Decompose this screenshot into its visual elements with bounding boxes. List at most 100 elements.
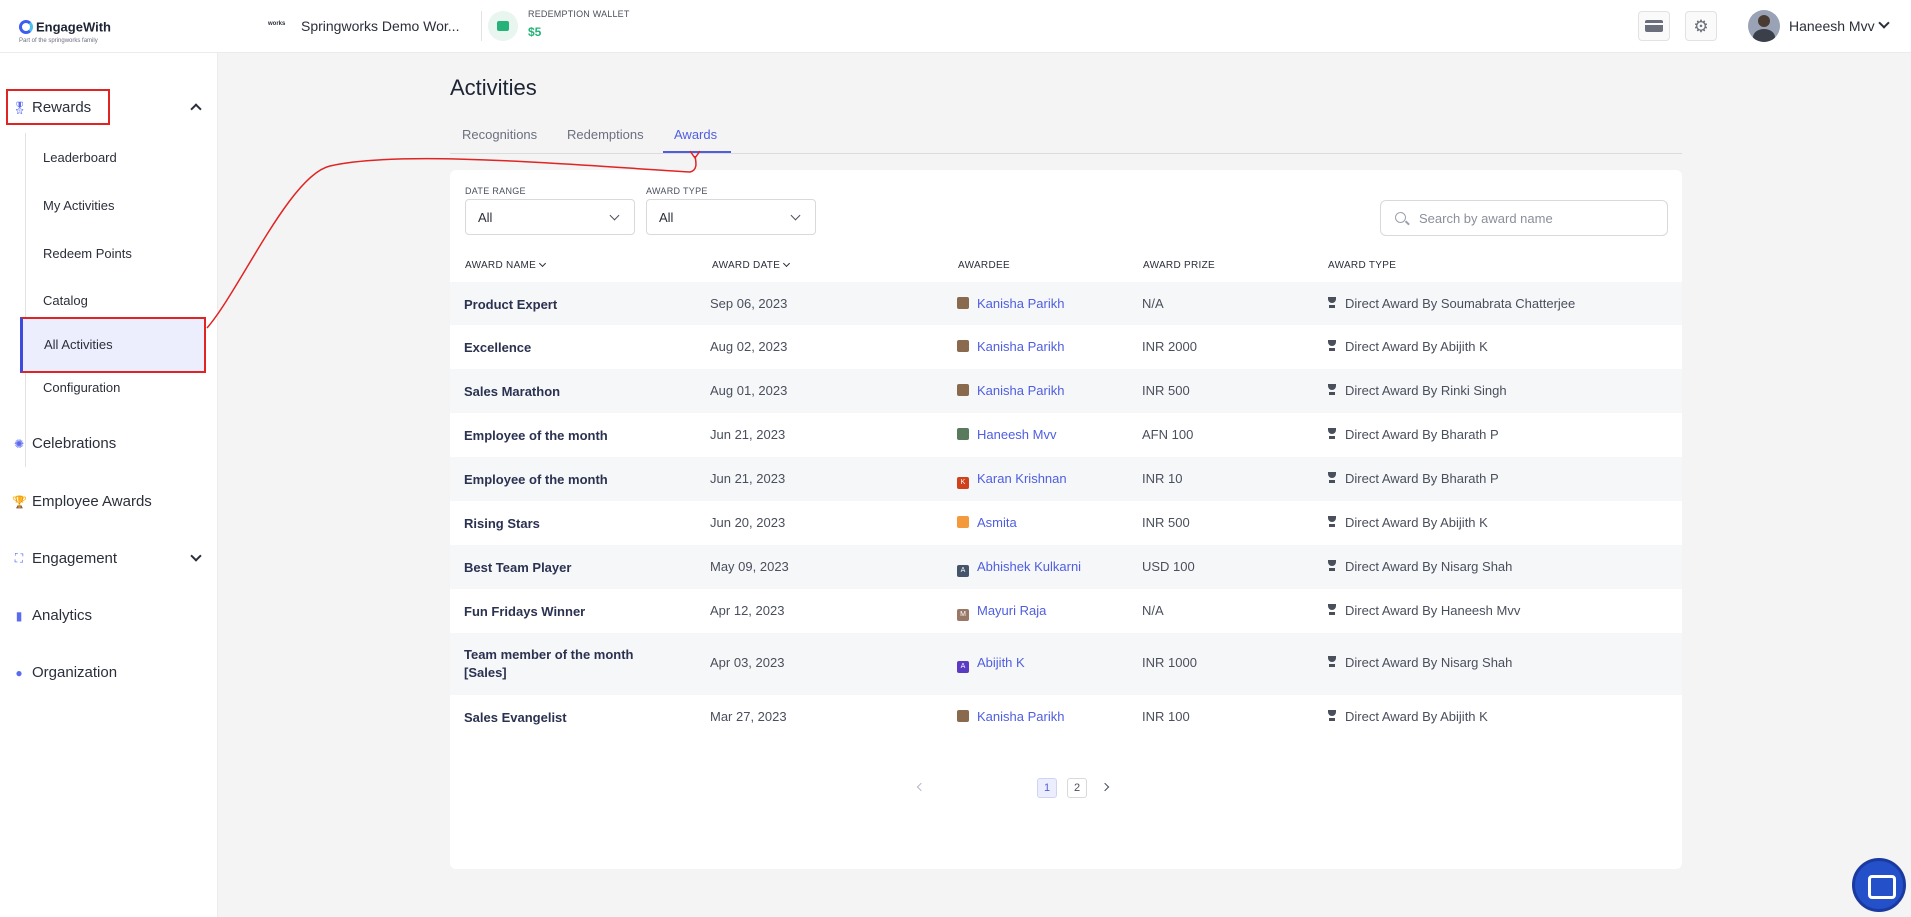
sidebar-item-organization[interactable]: ● Organization [12,664,117,681]
awardee[interactable]: K Karan Krishnan [957,471,1067,489]
search-icon [1395,212,1406,223]
award-prize: USD 100 [1142,559,1195,574]
table-row[interactable]: Sales Marathon Aug 01, 2023 Kanisha Parikh… [450,369,1682,413]
awardee[interactable]: M Mayuri Raja [957,603,1046,621]
table-row[interactable]: Rising Stars Jun 20, 2023 Asmita INR 500 Dir… [450,501,1682,545]
chevron-right-icon[interactable] [1100,782,1110,792]
analytics-icon: ▮ [15,608,23,623]
workspace-name[interactable]: Springworks Demo Wor... [301,18,459,34]
user-avatar[interactable] [1748,10,1780,42]
awardee-name[interactable]: Kanisha Parikh [977,709,1064,724]
logo[interactable]: EngageWith Part of the springworks famil… [19,18,111,44]
table-row[interactable]: Fun Fridays Winner Apr 12, 2023 M Mayuri Ra… [450,589,1682,633]
sidebar-item-employee-awards[interactable]: 🏆 Employee Awards [12,493,152,510]
award-type-text: Direct Award By Abijith K [1345,339,1488,354]
award-type: Direct Award By Nisarg Shah [1327,655,1512,670]
awardee[interactable]: A Abijith K [957,655,1025,673]
organization-icon: ● [15,665,23,680]
award-name: Employee of the month [464,472,608,487]
header-divider [481,11,482,41]
awardee-name[interactable]: Kanisha Parikh [977,339,1064,354]
awardee[interactable]: Kanisha Parikh [957,339,1064,354]
settings-button[interactable]: ⚙ [1685,11,1717,41]
tab-redemptions[interactable]: Redemptions [567,127,644,142]
awardee[interactable]: Kanisha Parikh [957,383,1064,398]
trophy-icon [1327,656,1337,668]
tab-recognitions[interactable]: Recognitions [462,127,537,142]
date-range-select[interactable]: All [465,199,635,235]
awardee-name[interactable]: Asmita [977,515,1017,530]
chat-icon[interactable] [1852,858,1906,912]
award-date: Aug 01, 2023 [710,383,788,398]
awardee[interactable]: Kanisha Parikh [957,709,1064,724]
sidebar-item-analytics[interactable]: ▮ Analytics [12,607,92,624]
award-type-select[interactable]: All [646,199,816,235]
chevron-down-icon[interactable] [190,550,202,562]
wallet-icon [488,11,518,41]
column-award-date[interactable]: AWARD DATE [712,259,791,271]
awardee[interactable]: Kanisha Parikh [957,296,1064,311]
awardee-name[interactable]: Kanisha Parikh [977,296,1064,311]
table-row[interactable]: Employee of the month Jun 21, 2023 K Karan … [450,457,1682,501]
sidebar-subitem-label: All Activities [44,337,113,352]
award-type-text: Direct Award By Bharath P [1345,427,1499,442]
sidebar-item-label: Engagement [32,550,118,567]
awardee-name[interactable]: Kanisha Parikh [977,383,1064,398]
awardee-name[interactable]: Abijith K [977,655,1025,670]
award-type-text: Direct Award By Rinki Singh [1345,383,1507,398]
wallet-value: $5 [528,25,542,39]
awardee-name[interactable]: Mayuri Raja [977,603,1046,618]
award-date: May 09, 2023 [710,559,789,574]
awardee[interactable]: Asmita [957,515,1017,530]
sidebar-subitem-catalog[interactable]: Catalog [43,293,88,308]
search-box[interactable] [1380,200,1668,236]
avatar: K [957,477,969,489]
table-row[interactable]: Product Expert Sep 06, 2023 Kanisha Parikh… [450,282,1682,325]
page-1-button[interactable]: 1 [1037,778,1057,798]
table-row[interactable]: Sales Evangelist Mar 27, 2023 Kanisha Pari… [450,695,1682,739]
search-input[interactable] [1419,209,1659,227]
submenu-line [25,133,26,467]
award-prize: INR 2000 [1142,339,1197,354]
avatar: A [957,565,969,577]
sidebar-item-rewards[interactable]: 🎖 Rewards [12,99,91,116]
award-name: Rising Stars [464,516,540,531]
avatar [957,297,969,309]
chevron-down-icon [609,210,620,221]
engagement-icon: ⛶ [14,551,24,565]
column-award-name[interactable]: AWARD NAME [465,259,547,271]
table-row[interactable]: Best Team Player May 09, 2023 A Abhishek Ku… [450,545,1682,589]
awardee-name[interactable]: Karan Krishnan [977,471,1067,486]
awardee-name[interactable]: Abhishek Kulkarni [977,559,1081,574]
award-prize: INR 10 [1142,471,1183,486]
table-row[interactable]: Team member of the month [Sales] Apr 03, … [450,633,1682,695]
chevron-up-icon[interactable] [190,103,202,115]
award-prize: N/A [1142,296,1164,311]
sidebar-subitem-redeem-points[interactable]: Redeem Points [43,246,132,261]
table-row[interactable]: Excellence Aug 02, 2023 Kanisha Parikh INR … [450,325,1682,369]
sidebar-subitem-leaderboard[interactable]: Leaderboard [43,150,117,165]
awardee-name[interactable]: Haneesh Mvv [977,427,1056,442]
sidebar-subitem-configuration[interactable]: Configuration [43,380,120,395]
user-name[interactable]: Haneesh Mvv [1789,18,1875,34]
award-type: Direct Award By Abijith K [1327,709,1488,724]
awardee[interactable]: A Abhishek Kulkarni [957,559,1081,577]
award-prize: INR 1000 [1142,655,1197,670]
billing-button[interactable] [1638,11,1670,41]
award-type-text: Direct Award By Nisarg Shah [1345,655,1513,670]
awardee[interactable]: Haneesh Mvv [957,427,1056,442]
chevron-left-icon[interactable] [916,782,926,792]
column-award-type: AWARD TYPE [1328,260,1397,271]
chevron-down-icon[interactable] [1878,17,1890,29]
logo-mark-icon [19,19,33,34]
sidebar-item-label: Celebrations [32,435,117,452]
table-row[interactable]: Employee of the month Jun 21, 2023 Haneesh… [450,413,1682,457]
trophy-icon [1327,710,1337,722]
page-2-button[interactable]: 2 [1067,778,1087,798]
sidebar-item-engagement[interactable]: ⛶ Engagement [12,550,117,567]
award-name: Sales Evangelist [464,710,567,725]
trophy-icon: 🏆 [12,494,27,509]
tab-awards[interactable]: Awards [674,127,717,142]
sidebar-subitem-my-activities[interactable]: My Activities [43,198,115,213]
sidebar-item-celebrations[interactable]: ✺ Celebrations [12,435,116,452]
